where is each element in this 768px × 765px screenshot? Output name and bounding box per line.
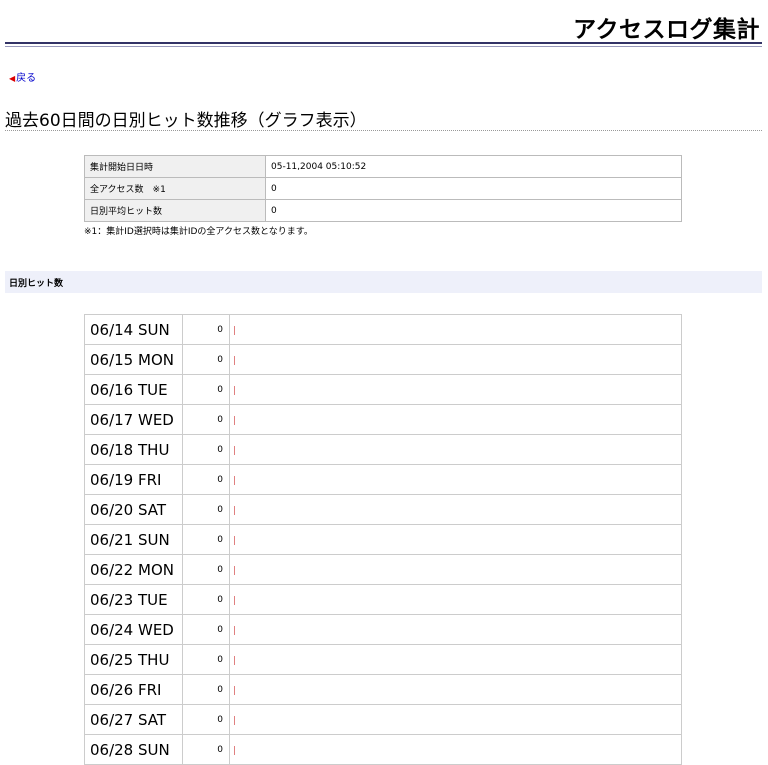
daily-count: 0	[182, 404, 230, 435]
summary-table: 集計開始日日時 05-11,2004 05:10:52 全アクセス数 ※1 0 …	[84, 155, 682, 222]
hit-bar	[234, 656, 235, 665]
summary-value: 05-11,2004 05:10:52	[265, 155, 682, 178]
footnote: ※1：集計ID選択時は集計IDの全アクセス数となります。	[84, 227, 313, 237]
hit-bar	[234, 746, 235, 755]
daily-date: 06/28 SUN	[84, 734, 183, 765]
daily-count: 0	[182, 584, 230, 615]
daily-bar-cell	[229, 584, 682, 615]
hit-bar	[234, 506, 235, 515]
hit-bar	[234, 626, 235, 635]
daily-bar-cell	[229, 674, 682, 705]
daily-bar-cell	[229, 404, 682, 435]
daily-bar-cell	[229, 464, 682, 495]
daily-count: 0	[182, 554, 230, 585]
daily-date: 06/14 SUN	[84, 314, 183, 345]
daily-date: 06/19 FRI	[84, 464, 183, 495]
daily-row: 06/14 SUN 0	[84, 314, 682, 345]
daily-bar-cell	[229, 524, 682, 555]
site-title: アクセスログ集計	[573, 17, 760, 43]
daily-date: 06/23 TUE	[84, 584, 183, 615]
hit-bar	[234, 416, 235, 425]
section-header: 日別ヒット数	[5, 271, 762, 293]
daily-row: 06/22 MON 0	[84, 554, 682, 585]
daily-date: 06/21 SUN	[84, 524, 183, 555]
daily-bar-cell	[229, 554, 682, 585]
daily-bar-cell	[229, 704, 682, 735]
daily-bar-cell	[229, 344, 682, 375]
hit-bar	[234, 386, 235, 395]
daily-date: 06/16 TUE	[84, 374, 183, 405]
daily-count: 0	[182, 434, 230, 465]
daily-bar-cell	[229, 374, 682, 405]
daily-date: 06/26 FRI	[84, 674, 183, 705]
hit-bar	[234, 356, 235, 365]
daily-row: 06/21 SUN 0	[84, 524, 682, 555]
header-rule	[5, 42, 762, 44]
daily-count: 0	[182, 674, 230, 705]
daily-row: 06/25 THU 0	[84, 644, 682, 675]
section-title: 日別ヒット数	[9, 279, 64, 289]
daily-bar-cell	[229, 614, 682, 645]
daily-bar-cell	[229, 734, 682, 765]
daily-bar-cell	[229, 314, 682, 345]
back-arrow-icon: ◀	[9, 74, 16, 83]
daily-row: 06/27 SAT 0	[84, 704, 682, 735]
hit-bar	[234, 326, 235, 335]
header-rule-thin	[5, 46, 762, 47]
summary-row: 集計開始日日時 05-11,2004 05:10:52	[84, 155, 682, 178]
daily-count: 0	[182, 644, 230, 675]
hit-bar	[234, 476, 235, 485]
daily-hits-body: 06/14 SUN 0 06/15 MON 0 06/16 TUE 0 06/17 WED 0…	[84, 314, 682, 765]
summary-row: 日別平均ヒット数 0	[84, 199, 682, 222]
daily-date: 06/22 MON	[84, 554, 183, 585]
daily-count: 0	[182, 374, 230, 405]
daily-count: 0	[182, 344, 230, 375]
daily-count: 0	[182, 494, 230, 525]
summary-label: 日別平均ヒット数	[84, 199, 266, 222]
hit-bar	[234, 536, 235, 545]
daily-row: 06/23 TUE 0	[84, 584, 682, 615]
summary-value: 0	[265, 177, 682, 200]
hit-bar	[234, 566, 235, 575]
site-header: アクセスログ集計	[5, 0, 762, 48]
daily-row: 06/16 TUE 0	[84, 374, 682, 405]
summary-row: 全アクセス数 ※1 0	[84, 177, 682, 200]
daily-row: 06/20 SAT 0	[84, 494, 682, 525]
hit-bar	[234, 446, 235, 455]
daily-row: 06/28 SUN 0	[84, 734, 682, 765]
summary-label: 集計開始日日時	[84, 155, 266, 178]
hit-bar	[234, 686, 235, 695]
daily-bar-cell	[229, 434, 682, 465]
daily-count: 0	[182, 614, 230, 645]
daily-row: 06/18 THU 0	[84, 434, 682, 465]
back-link[interactable]: ◀戻る	[9, 69, 36, 84]
daily-date: 06/24 WED	[84, 614, 183, 645]
summary-label: 全アクセス数 ※1	[84, 177, 266, 200]
daily-row: 06/15 MON 0	[84, 344, 682, 375]
hit-bar	[234, 716, 235, 725]
daily-date: 06/27 SAT	[84, 704, 183, 735]
daily-row: 06/24 WED 0	[84, 614, 682, 645]
daily-date: 06/15 MON	[84, 344, 183, 375]
daily-count: 0	[182, 704, 230, 735]
daily-count: 0	[182, 524, 230, 555]
daily-bar-cell	[229, 644, 682, 675]
hit-bar	[234, 596, 235, 605]
daily-count: 0	[182, 464, 230, 495]
daily-count: 0	[182, 314, 230, 345]
daily-date: 06/17 WED	[84, 404, 183, 435]
daily-date: 06/20 SAT	[84, 494, 183, 525]
title-divider	[5, 130, 762, 131]
daily-bar-cell	[229, 494, 682, 525]
back-label: 戻る	[16, 73, 37, 84]
daily-date: 06/18 THU	[84, 434, 183, 465]
daily-row: 06/19 FRI 0	[84, 464, 682, 495]
daily-row: 06/26 FRI 0	[84, 674, 682, 705]
daily-count: 0	[182, 734, 230, 765]
daily-hits-table: 06/14 SUN 0 06/15 MON 0 06/16 TUE 0 06/17 WED 0…	[84, 314, 682, 765]
daily-date: 06/25 THU	[84, 644, 183, 675]
page-title: 過去60日間の日別ヒット数推移（グラフ表示）	[5, 111, 367, 131]
daily-row: 06/17 WED 0	[84, 404, 682, 435]
summary-value: 0	[265, 199, 682, 222]
